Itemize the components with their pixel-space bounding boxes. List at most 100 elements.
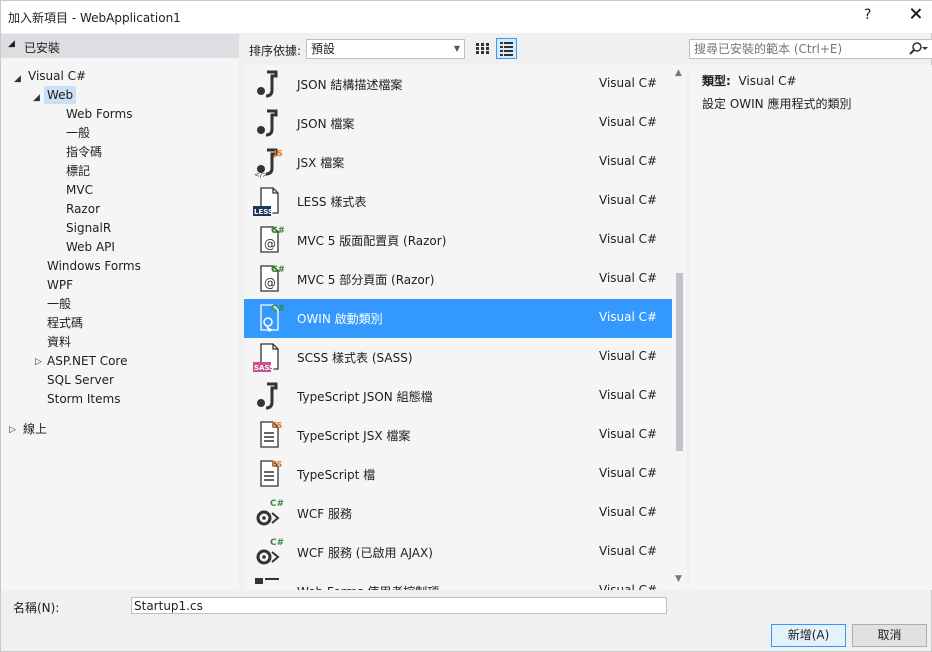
template-language: Visual C# xyxy=(599,388,658,402)
svg-text:C#: C# xyxy=(271,304,284,314)
window-title: 加入新項目 - WebApplication1 xyxy=(8,11,181,25)
detail-description: 設定 OWIN 應用程式的類別 xyxy=(702,97,852,111)
sort-label: 排序依據: xyxy=(249,44,302,58)
template-language: Visual C# xyxy=(599,154,658,168)
template-row[interactable]: JSON 結構描述檔案 Visual C# xyxy=(244,65,672,104)
template-language: Visual C# xyxy=(599,76,658,90)
template-row[interactable]: C# OWIN 啟動類別 Visual C# xyxy=(244,299,672,338)
tree-item-web-api[interactable]: Web API xyxy=(66,238,115,256)
tree-item-aspnet-core[interactable]: ASP.NET Core xyxy=(47,352,127,370)
template-name: TypeScript JSX 檔案 xyxy=(297,429,411,443)
expand-arrow-icon[interactable]: ◢ xyxy=(14,74,21,84)
list-view-button[interactable] xyxy=(496,38,517,59)
tree-item-wpf[interactable]: WPF xyxy=(47,276,73,294)
template-row[interactable]: TS TypeScript JSX 檔案 Visual C# xyxy=(244,416,672,455)
expand-arrow-icon[interactable]: ◢ xyxy=(33,93,40,103)
help-button[interactable]: ? xyxy=(864,7,871,23)
svg-text:TS: TS xyxy=(271,460,282,469)
template-list: Web Forms 使用者控制項 Visual C# C# WCF 服務 (已啟用 A… xyxy=(244,65,687,590)
svg-text:@: @ xyxy=(264,237,276,251)
template-language: Visual C# xyxy=(599,193,658,207)
tree-item-web-forms[interactable]: Web Forms xyxy=(66,105,132,123)
list-scrollbar[interactable]: ▲ ▼ xyxy=(672,65,687,590)
typescript-file-icon: TS xyxy=(252,458,284,490)
template-row[interactable]: @ C# MVC 5 版面配置頁 (Razor) Visual C# xyxy=(244,221,672,260)
owin-startup-icon: C# xyxy=(252,302,285,334)
template-details: 類型: Visual C# 設定 OWIN 應用程式的類別 xyxy=(689,65,932,590)
svg-text:TS: TS xyxy=(271,421,282,430)
add-button[interactable]: 新增(A) xyxy=(771,624,846,647)
svg-text:C#: C# xyxy=(270,538,284,548)
scroll-up-icon[interactable]: ▲ xyxy=(675,68,682,78)
template-search[interactable] xyxy=(689,39,932,59)
svg-text:C#: C# xyxy=(271,226,284,236)
tree-item-data[interactable]: 資料 xyxy=(47,333,71,351)
scss-stylesheet-icon: SASS xyxy=(252,341,284,373)
svg-text:LESS: LESS xyxy=(254,208,273,216)
svg-text:@: @ xyxy=(264,276,276,290)
template-row[interactable]: SASS SCSS 樣式表 (SASS) Visual C# xyxy=(244,338,672,377)
collapsed-arrow-icon[interactable]: ▷ xyxy=(9,425,16,435)
template-name: LESS 樣式表 xyxy=(297,195,367,209)
template-name: JSON 檔案 xyxy=(297,117,355,131)
template-language: Visual C# xyxy=(599,310,658,324)
template-row[interactable]: Web Forms 使用者控制項 Visual C# xyxy=(244,572,672,590)
cancel-button[interactable]: 取消 xyxy=(852,624,927,647)
mvc-partial-icon: @ C# xyxy=(252,263,285,295)
tree-item-web[interactable]: Web xyxy=(44,86,77,104)
template-row[interactable]: TS TypeScript 檔 Visual C# xyxy=(244,455,672,494)
tree-item-online[interactable]: 線上 xyxy=(23,420,47,438)
sort-value: 預設 xyxy=(311,42,336,56)
template-row[interactable]: C# WCF 服務 Visual C# xyxy=(244,494,672,533)
tree-item-razor[interactable]: Razor xyxy=(66,200,100,218)
tree-item-storm-items[interactable]: Storm Items xyxy=(47,390,120,408)
tree-item-mvc[interactable]: MVC xyxy=(66,181,93,199)
sort-dropdown[interactable]: 預設 ▼ xyxy=(306,39,465,59)
template-name: MVC 5 版面配置頁 (Razor) xyxy=(297,234,447,248)
template-language: Visual C# xyxy=(599,583,658,590)
scroll-down-icon[interactable]: ▼ xyxy=(675,574,682,584)
svg-text:SASS: SASS xyxy=(254,364,274,372)
template-row[interactable]: TypeScript JSON 組態檔 Visual C# xyxy=(244,377,672,416)
template-name: WCF 服務 xyxy=(297,507,352,521)
template-row[interactable]: JS </> JSX 檔案 Visual C# xyxy=(244,143,672,182)
template-row[interactable]: @ C# MVC 5 部分頁面 (Razor) Visual C# xyxy=(244,260,672,299)
template-row[interactable]: JSON 檔案 Visual C# xyxy=(244,104,672,143)
wcf-ajax-service-icon: C# xyxy=(252,536,284,568)
search-input[interactable] xyxy=(690,40,890,58)
tree-item-visual-csharp[interactable]: Visual C# xyxy=(28,67,86,85)
tree-item-markup[interactable]: 標記 xyxy=(66,162,90,180)
scroll-thumb[interactable] xyxy=(676,273,683,451)
json-file-icon xyxy=(252,107,284,139)
tree-item-windows-forms[interactable]: Windows Forms xyxy=(47,257,141,275)
template-row[interactable]: C# WCF 服務 (已啟用 AJAX) Visual C# xyxy=(244,533,672,572)
template-language: Visual C# xyxy=(599,115,658,129)
tree-item-signalr[interactable]: SignalR xyxy=(66,219,111,237)
template-language: Visual C# xyxy=(599,232,658,246)
name-field[interactable] xyxy=(131,597,667,614)
svg-text:C#: C# xyxy=(271,265,284,275)
grid-view-button[interactable] xyxy=(472,38,493,59)
template-language: Visual C# xyxy=(599,427,658,441)
template-name: JSX 檔案 xyxy=(297,156,345,170)
expand-arrow-icon[interactable]: ◢ xyxy=(8,39,15,49)
tree-item-installed[interactable]: ◢ 已安裝 xyxy=(1,34,239,58)
close-icon[interactable] xyxy=(907,5,925,23)
tree-item-code[interactable]: 程式碼 xyxy=(47,314,83,332)
grid-view-icon xyxy=(476,43,489,54)
template-row[interactable]: LESS LESS 樣式表 Visual C# xyxy=(244,182,672,221)
template-language: Visual C# xyxy=(599,544,658,558)
tree-item-general-csharp[interactable]: 一般 xyxy=(47,295,71,313)
mvc-layout-icon: @ C# xyxy=(252,224,285,256)
template-language: Visual C# xyxy=(599,466,658,480)
search-icon[interactable] xyxy=(907,41,929,57)
list-view-icon xyxy=(500,42,513,56)
tree-item-general[interactable]: 一般 xyxy=(66,124,90,142)
template-language: Visual C# xyxy=(599,505,658,519)
template-language: Visual C# xyxy=(599,349,658,363)
name-label: 名稱(N): xyxy=(13,601,60,615)
svg-text:C#: C# xyxy=(270,499,284,509)
tree-item-sql-server[interactable]: SQL Server xyxy=(47,371,114,389)
tree-item-scripts[interactable]: 指令碼 xyxy=(66,143,102,161)
collapsed-arrow-icon[interactable]: ▷ xyxy=(35,357,42,367)
